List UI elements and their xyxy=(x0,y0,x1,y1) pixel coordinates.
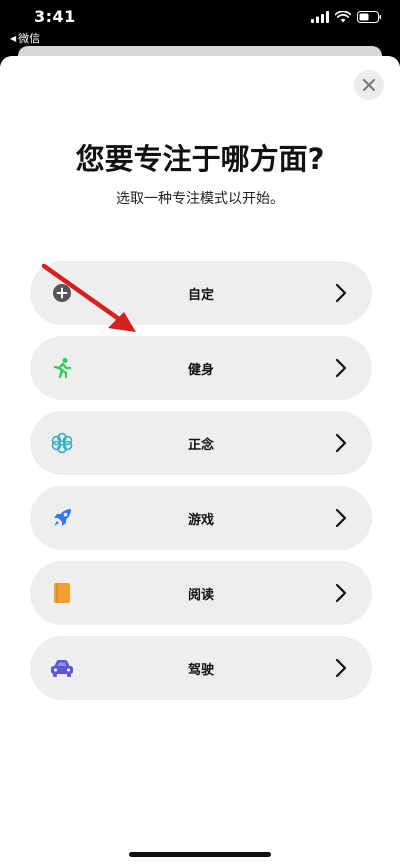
chevron-right-icon xyxy=(335,283,347,303)
focus-item-label: 驾驶 xyxy=(187,662,214,678)
book-icon xyxy=(50,581,74,605)
focus-mode-list: 自定 健身 正念 游戏 阅读 驾驶 xyxy=(30,261,372,711)
back-triangle-icon: ◀ xyxy=(10,33,17,43)
focus-item-reading[interactable]: 阅读 xyxy=(30,561,372,625)
focus-item-label: 阅读 xyxy=(187,587,214,603)
chevron-right-icon xyxy=(335,658,347,678)
wifi-icon xyxy=(335,11,351,23)
close-button[interactable] xyxy=(354,70,384,100)
battery-icon xyxy=(357,11,382,23)
focus-item-fitness[interactable]: 健身 xyxy=(30,336,372,400)
focus-sheet: 您要专注于哪方面? 选取一种专注模式以开始。 自定 健身 正念 游戏 阅读 驾驶 xyxy=(0,56,400,865)
signal-icon xyxy=(311,11,329,23)
back-to-app-link[interactable]: ◀ 微信 xyxy=(10,30,40,46)
focus-item-label: 正念 xyxy=(187,437,214,453)
page-title: 您要专注于哪方面? xyxy=(75,142,325,176)
home-indicator[interactable] xyxy=(129,852,271,857)
close-icon xyxy=(363,79,375,91)
chevron-right-icon xyxy=(335,508,347,528)
running-figure-icon xyxy=(50,356,74,380)
flower-icon xyxy=(50,431,74,455)
focus-item-label: 自定 xyxy=(187,287,214,303)
focus-item-mindfulness[interactable]: 正念 xyxy=(30,411,372,475)
chevron-right-icon xyxy=(335,433,347,453)
screen: 3:41 ◀ 微信 您要专注于哪方面? 选取一种专注模式以开始。 自定 健身 正… xyxy=(0,0,400,865)
status-time: 3:41 xyxy=(34,7,76,26)
plus-circle-icon xyxy=(50,281,74,305)
chevron-right-icon xyxy=(335,583,347,603)
focus-item-driving[interactable]: 驾驶 xyxy=(30,636,372,700)
status-bar: 3:41 xyxy=(0,0,400,30)
focus-item-label: 健身 xyxy=(187,362,214,378)
page-subtitle: 选取一种专注模式以开始。 xyxy=(116,191,284,207)
car-icon xyxy=(50,656,74,680)
focus-item-gaming[interactable]: 游戏 xyxy=(30,486,372,550)
back-app-label: 微信 xyxy=(18,32,41,45)
chevron-right-icon xyxy=(335,358,347,378)
status-icons xyxy=(311,11,382,23)
rocket-icon xyxy=(50,506,74,530)
focus-item-custom[interactable]: 自定 xyxy=(30,261,372,325)
focus-item-label: 游戏 xyxy=(187,512,214,528)
